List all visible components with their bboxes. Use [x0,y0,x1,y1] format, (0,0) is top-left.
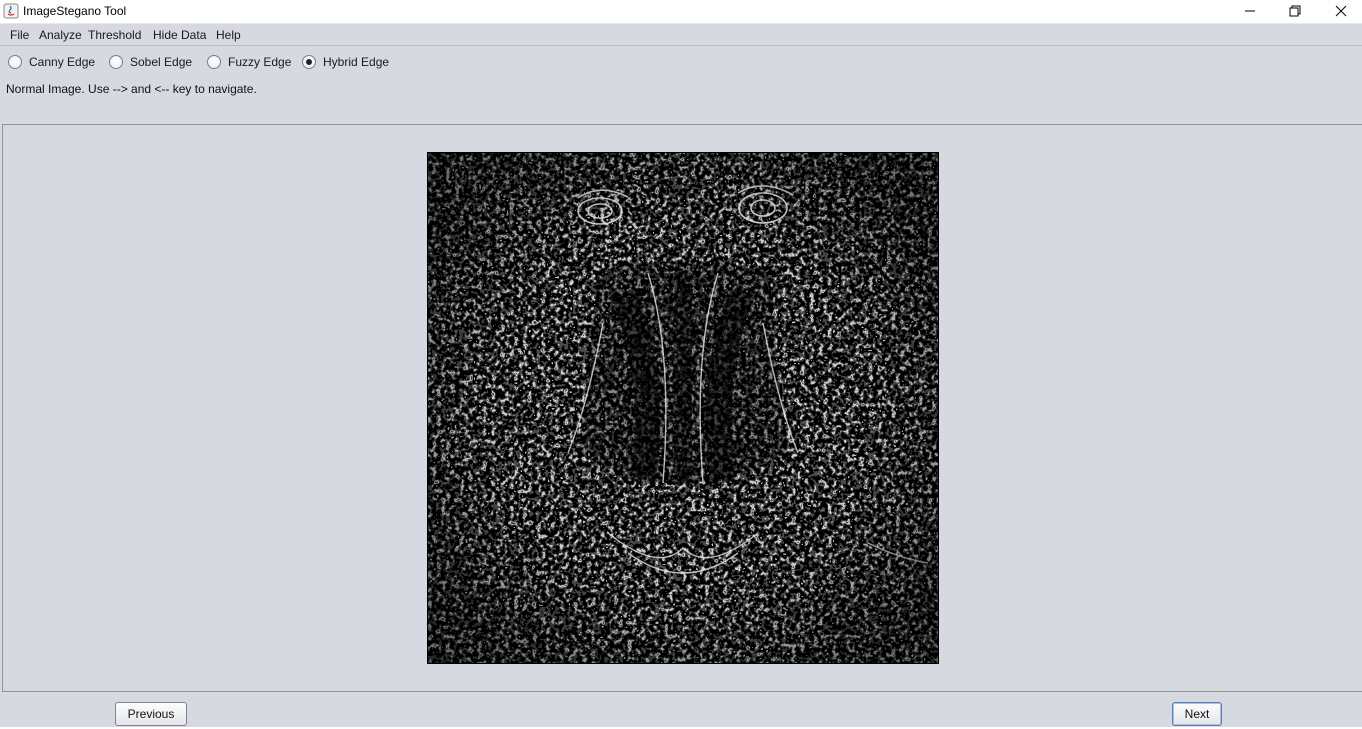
title-bar: ImageStegano Tool [0,0,1362,23]
radio-button-checked-icon[interactable] [302,55,316,69]
minimize-button[interactable] [1227,0,1273,22]
window-title: ImageStegano Tool [23,4,127,18]
radio-button-icon[interactable] [109,55,123,69]
radio-fuzzy-edge[interactable]: Fuzzy Edge [207,54,291,70]
close-button[interactable] [1318,0,1362,22]
java-app-icon [3,3,19,19]
radio-button-icon[interactable] [8,55,22,69]
menu-help[interactable]: Help [216,28,241,42]
radio-button-icon[interactable] [207,55,221,69]
menu-analyze[interactable]: Analyze [39,28,82,42]
status-message: Normal Image. Use --> and <-- key to nav… [6,82,257,96]
radio-label: Sobel Edge [130,55,193,69]
restore-button[interactable] [1272,0,1318,22]
radio-label: Fuzzy Edge [228,55,292,69]
radio-label: Canny Edge [29,55,96,69]
restore-icon [1289,5,1301,17]
edge-image-canvas [428,153,938,663]
radio-canny-edge[interactable]: Canny Edge [8,54,95,70]
radio-hybrid-edge[interactable]: Hybrid Edge [302,54,389,70]
radio-label: Hybrid Edge [323,55,390,69]
edge-detected-image [427,152,939,664]
close-icon [1335,5,1347,17]
previous-button[interactable]: Previous [115,702,187,726]
radio-sobel-edge[interactable]: Sobel Edge [109,54,192,70]
minimize-icon [1245,10,1255,12]
menu-threshold[interactable]: Threshold [88,28,141,42]
next-button[interactable]: Next [1172,702,1222,726]
menu-hide-data[interactable]: Hide Data [153,28,206,42]
menu-file[interactable]: File [10,28,29,42]
menu-bar: File Analyze Threshold Hide Data Help [0,23,1362,46]
